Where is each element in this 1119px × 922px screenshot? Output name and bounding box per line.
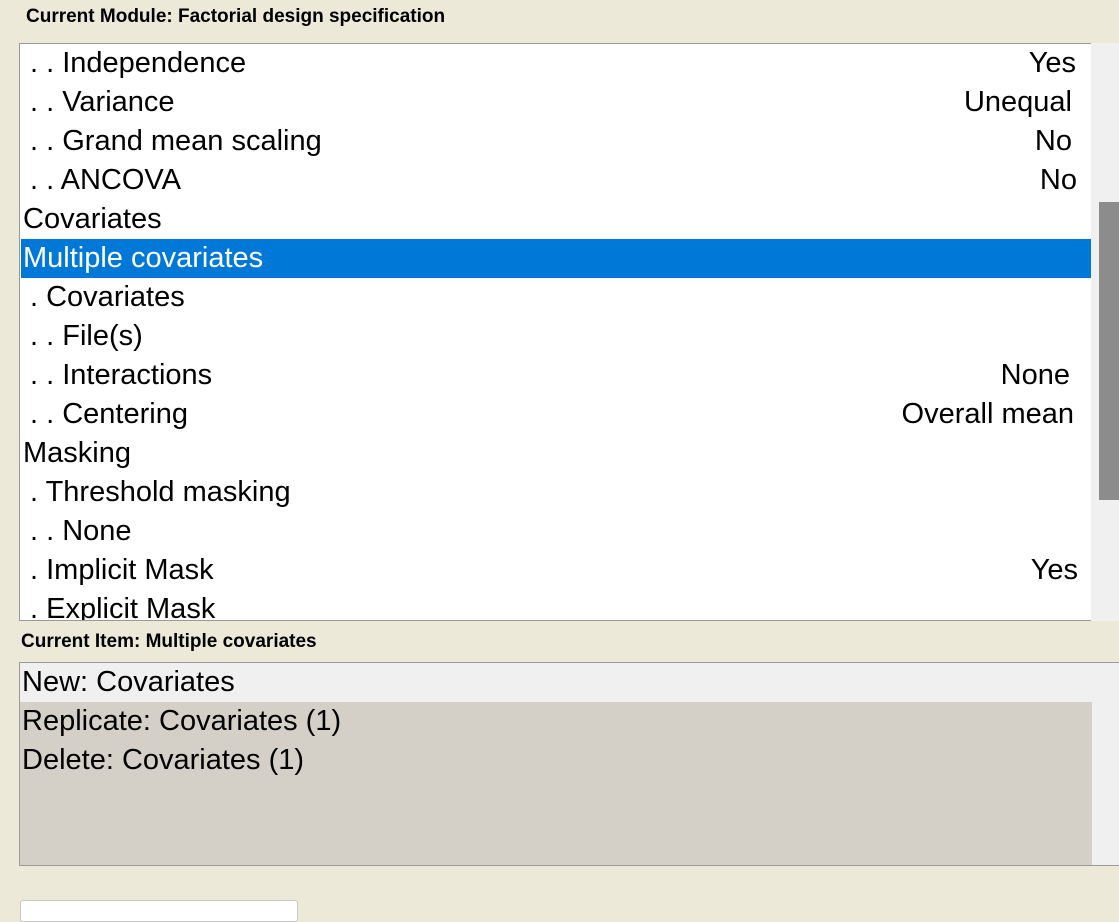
tree-item-label: . . ANCOVA — [30, 164, 181, 196]
tree-item-covariates-section[interactable]: Covariates — [21, 200, 1091, 239]
tree-item-label: . Covariates — [30, 281, 185, 313]
tree-item-multiple-covariates[interactable]: Multiple covariates — [21, 239, 1091, 278]
tree-item-centering[interactable]: . . Centering Overall mean — [21, 395, 1091, 434]
tree-item-label: . Threshold masking — [30, 476, 291, 508]
tree-item-label: . . Independence — [30, 47, 247, 79]
action-new-covariates[interactable]: New: Covariates — [20, 663, 1092, 702]
tree-item-value: Overall mean — [901, 398, 1074, 430]
tree-item-covariates[interactable]: . Covariates — [21, 278, 1091, 317]
tree-item-implicit-mask[interactable]: . Implicit Mask Yes — [21, 551, 1091, 590]
tree-item-variance[interactable]: . . Variance Unequal — [21, 83, 1091, 122]
current-item-header: Current Item: Multiple covariates — [21, 631, 317, 652]
tree-item-ancova[interactable]: . . ANCOVA No — [21, 161, 1091, 200]
module-tree-list[interactable]: . . Independence Yes . . Variance Unequa… — [19, 43, 1119, 621]
tree-item-label: Multiple covariates — [23, 242, 264, 274]
tree-item-independence[interactable]: . . Independence Yes — [21, 44, 1091, 83]
tree-item-label: . . Variance — [30, 86, 175, 118]
tree-item-label: . . Centering — [30, 398, 188, 430]
action-replicate-covariates[interactable]: Replicate: Covariates (1) — [20, 702, 1092, 741]
current-module-header: Current Module: Factorial design specifi… — [26, 6, 446, 27]
tree-item-label: . . File(s) — [30, 320, 143, 352]
tree-item-none[interactable]: . . None — [21, 512, 1091, 551]
tree-item-value: Yes — [1028, 47, 1076, 79]
tree-item-threshold-masking[interactable]: . Threshold masking — [21, 473, 1091, 512]
tree-item-label: Covariates — [23, 203, 162, 235]
item-actions-list[interactable]: New: Covariates Replicate: Covariates (1… — [19, 662, 1119, 866]
tree-item-value: None — [1000, 359, 1070, 391]
tree-item-value: No — [1039, 164, 1077, 196]
tree-item-value: Yes — [1030, 554, 1078, 586]
tree-item-grand-mean-scaling[interactable]: . . Grand mean scaling No — [21, 122, 1091, 161]
tree-item-label: . . Interactions — [30, 359, 213, 391]
action-delete-covariates[interactable]: Delete: Covariates (1) — [20, 741, 1092, 780]
tree-item-label: . . Grand mean scaling — [30, 125, 322, 157]
tree-item-masking-section[interactable]: Masking — [21, 434, 1091, 473]
tree-item-files[interactable]: . . File(s) — [21, 317, 1091, 356]
tree-item-interactions[interactable]: . . Interactions None — [21, 356, 1091, 395]
bottom-button[interactable] — [20, 900, 298, 922]
tree-item-explicit-mask[interactable]: . Explicit Mask — [21, 590, 1091, 621]
tree-scrollbar-thumb[interactable] — [1099, 202, 1119, 500]
tree-scrollbar[interactable] — [1091, 43, 1119, 621]
tree-item-value: Unequal — [963, 86, 1072, 118]
tree-item-label: Masking — [23, 437, 131, 469]
tree-item-label: . Explicit Mask — [30, 593, 216, 621]
tree-item-label: . Implicit Mask — [30, 554, 214, 586]
actions-scrollbar[interactable] — [1092, 663, 1119, 865]
tree-item-label: . . None — [30, 515, 132, 547]
tree-item-value: No — [1034, 125, 1072, 157]
